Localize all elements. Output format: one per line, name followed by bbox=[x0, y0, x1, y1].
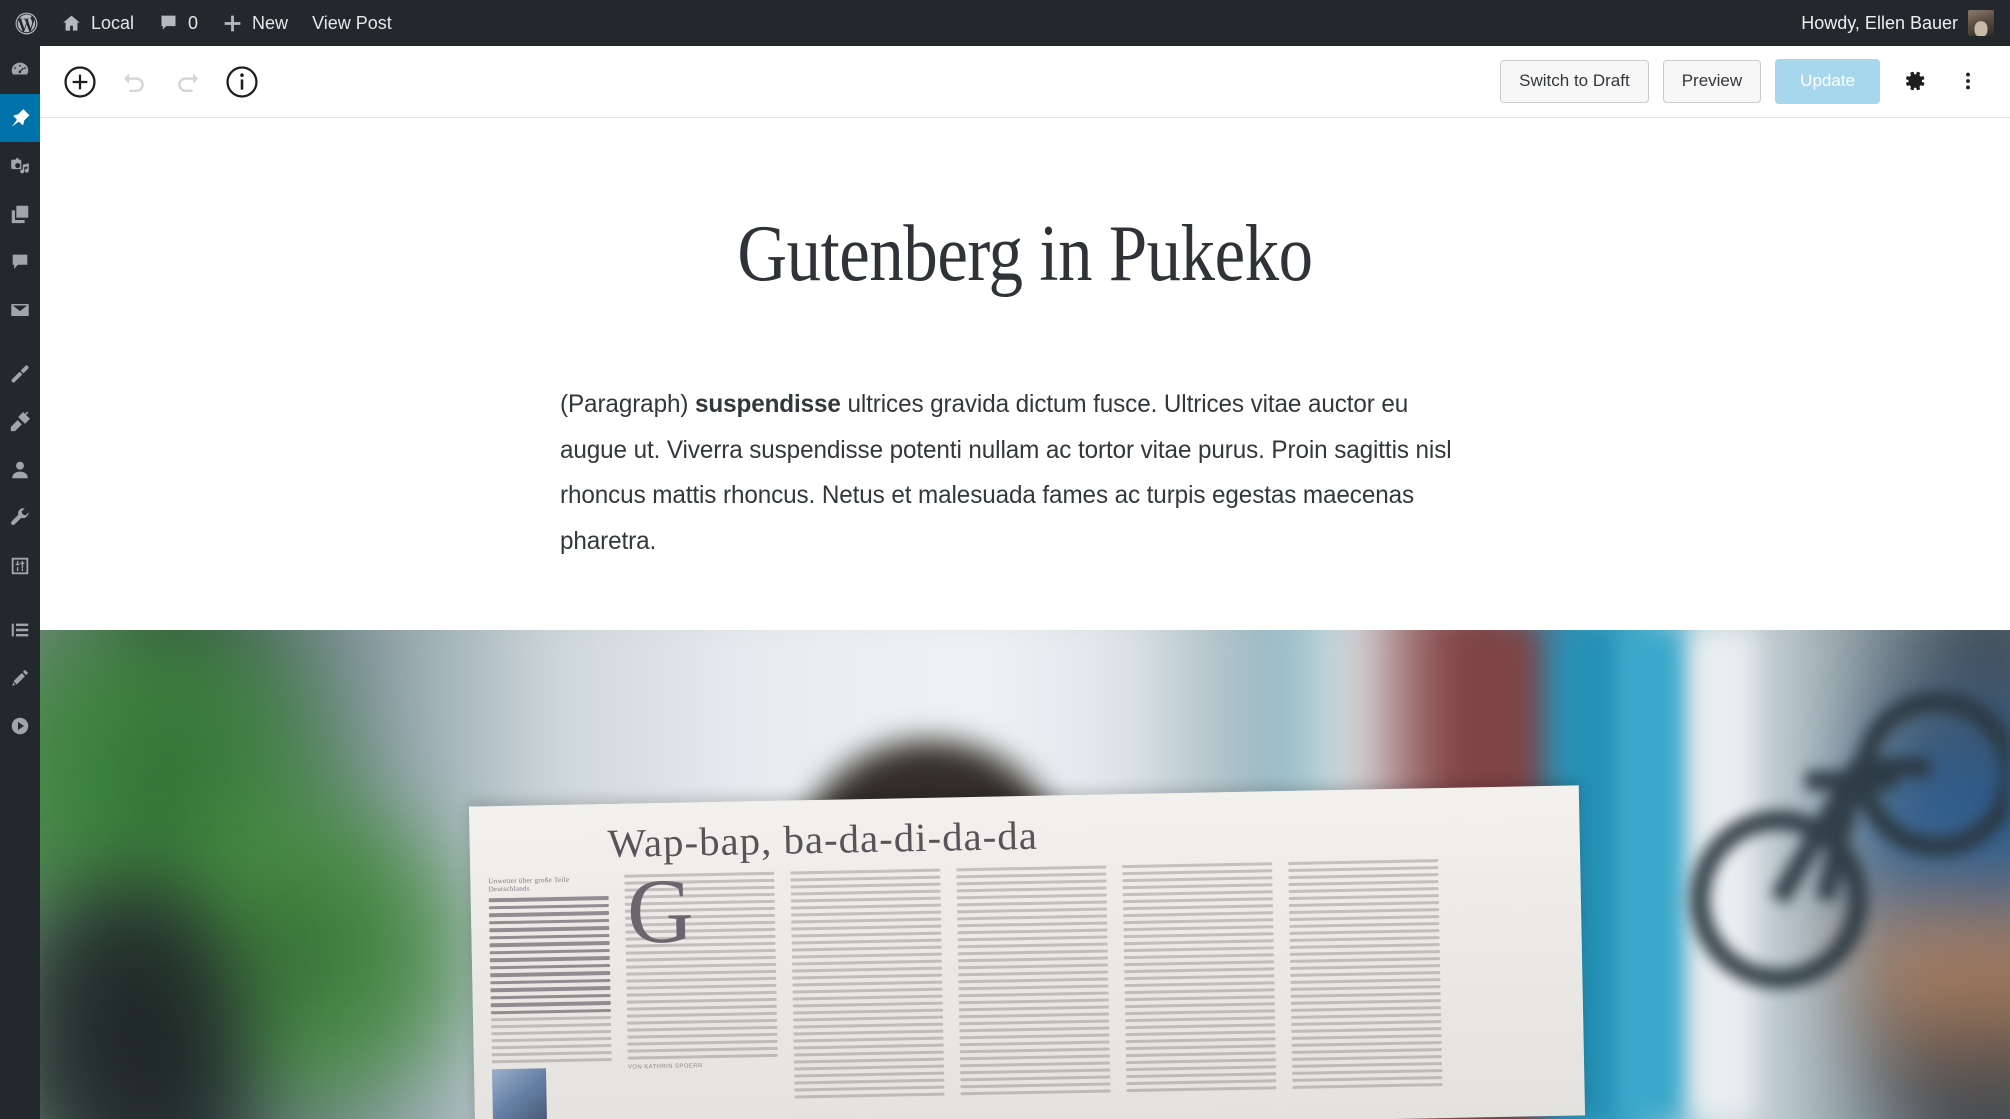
play-circle-icon bbox=[11, 717, 29, 735]
wrench-icon bbox=[11, 508, 30, 526]
page-title[interactable]: Gutenberg in Pukeko bbox=[178, 212, 1872, 296]
wordpress-logo-button[interactable] bbox=[0, 0, 49, 46]
add-block-button[interactable] bbox=[58, 60, 102, 104]
admin-menu-rail bbox=[0, 46, 40, 1119]
adminbar-view-post-label: View Post bbox=[312, 13, 392, 33]
update-button[interactable]: Update bbox=[1775, 59, 1880, 104]
bicycle-mural bbox=[1680, 640, 2010, 1040]
adminbar-comments-link[interactable]: 0 bbox=[146, 0, 210, 46]
newspaper-columns: Unwetter über große Teile Deutschlands G bbox=[488, 857, 1567, 1119]
paragraph-bold: suspendisse bbox=[694, 390, 841, 418]
adminbar-site-name: Local bbox=[91, 13, 135, 33]
newspaper-column-5 bbox=[1122, 862, 1277, 1111]
adminbar-comments-count: 0 bbox=[188, 13, 199, 33]
newspaper-column-1: Unwetter über große Teile Deutschlands bbox=[488, 875, 613, 1119]
camera-music-icon bbox=[11, 157, 29, 174]
preview-button[interactable]: Preview bbox=[1662, 60, 1762, 103]
envelope-icon bbox=[11, 304, 29, 316]
wp-admin-bar: Local 0 New View Post Howdy, Ellen Bauer bbox=[0, 0, 2010, 46]
info-circle-icon bbox=[226, 65, 258, 98]
paintbrush-icon bbox=[11, 365, 29, 383]
newspaper-credit: VON KATHRIN SPOERR bbox=[627, 1063, 703, 1071]
sidebar-item-dashboard[interactable] bbox=[0, 46, 40, 94]
adminbar-view-post-link[interactable]: View Post bbox=[300, 0, 404, 46]
gauge-icon bbox=[11, 62, 29, 75]
pages-icon bbox=[11, 205, 29, 224]
adminbar-new-content-link[interactable]: New bbox=[210, 0, 300, 46]
plus-circle-icon bbox=[64, 65, 96, 98]
editor-toolbar: Switch to Draft Preview Update bbox=[40, 46, 2010, 118]
settings-button[interactable] bbox=[1894, 61, 1934, 101]
rail-divider-2 bbox=[0, 590, 40, 606]
home-icon bbox=[63, 15, 80, 31]
editor-toolbar-left bbox=[40, 60, 264, 104]
sidebar-item-settings[interactable] bbox=[0, 542, 40, 590]
redo-arrow-icon bbox=[178, 73, 198, 92]
featured-image-block[interactable]: Wap-bap, ba-da-di-da-da Unwetter über gr… bbox=[40, 630, 2010, 1119]
gear-icon bbox=[1905, 72, 1925, 91]
sidebar-item-pages[interactable] bbox=[0, 190, 40, 238]
rail-divider-1 bbox=[0, 334, 40, 350]
more-options-button[interactable] bbox=[1948, 61, 1988, 101]
paragraph-block[interactable]: (Paragraph) suspendisse ultrices gravida… bbox=[560, 382, 1462, 564]
editor-canvas: Gutenberg in Pukeko (Paragraph) suspendi… bbox=[40, 118, 2010, 1119]
sidebar-item-appearance[interactable] bbox=[0, 350, 40, 398]
comment-bubble-icon bbox=[12, 254, 28, 269]
user-icon bbox=[12, 461, 28, 479]
pencil-icon bbox=[12, 669, 29, 686]
sidebar-item-tools[interactable] bbox=[0, 494, 40, 542]
newspaper-column-4 bbox=[956, 865, 1111, 1114]
newspaper: Wap-bap, ba-da-di-da-da Unwetter über gr… bbox=[468, 785, 1586, 1119]
newspaper-thumbnail bbox=[491, 1068, 548, 1119]
sidebar-item-plugins[interactable] bbox=[0, 398, 40, 446]
redo-button[interactable] bbox=[166, 60, 210, 104]
comment-bubble-icon bbox=[161, 15, 176, 30]
adminbar-account-area[interactable]: Howdy, Ellen Bauer bbox=[1801, 10, 2010, 36]
undo-button[interactable] bbox=[112, 60, 156, 104]
sidebar-item-comments[interactable] bbox=[0, 238, 40, 286]
newspaper-column-6 bbox=[1288, 859, 1443, 1108]
editor-toolbar-right: Switch to Draft Preview Update bbox=[1500, 59, 2010, 104]
adminbar-greeting: Howdy, Ellen Bauer bbox=[1801, 12, 1958, 33]
vertical-dots-icon bbox=[1966, 73, 1970, 90]
bicycle-mural-icon bbox=[1689, 691, 2010, 989]
pin-icon bbox=[11, 109, 30, 127]
undo-arrow-icon bbox=[124, 73, 144, 92]
newspaper-column-3 bbox=[790, 868, 945, 1118]
sliders-icon bbox=[11, 557, 29, 575]
sidebar-item-posts[interactable] bbox=[0, 94, 40, 142]
sidebar-item-edit[interactable] bbox=[0, 654, 40, 702]
plus-icon bbox=[224, 15, 241, 31]
plug-icon bbox=[10, 411, 30, 432]
newspaper-column-2: G VON KATHRIN SPOERR bbox=[624, 859, 779, 1119]
sidebar-item-mail[interactable] bbox=[0, 286, 40, 334]
sidebar-item-play[interactable] bbox=[0, 702, 40, 750]
sidebar-item-list-menu[interactable] bbox=[0, 606, 40, 654]
list-icon bbox=[11, 623, 29, 637]
adminbar-site-link[interactable]: Local bbox=[49, 0, 146, 46]
paragraph-lead: (Paragraph) bbox=[560, 390, 695, 418]
newspaper-headline: Wap-bap, ba-da-di-da-da bbox=[607, 812, 1039, 867]
content-info-button[interactable] bbox=[220, 60, 264, 104]
wordpress-logo-icon bbox=[15, 12, 38, 34]
sidebar-item-users[interactable] bbox=[0, 446, 40, 494]
featured-image: Wap-bap, ba-da-di-da-da Unwetter über gr… bbox=[40, 630, 2010, 1119]
newspaper-column-heading: Unwetter über große Teile Deutschlands bbox=[488, 875, 570, 894]
switch-to-draft-button[interactable]: Switch to Draft bbox=[1500, 60, 1649, 103]
avatar bbox=[1968, 10, 1994, 36]
adminbar-new-label: New bbox=[252, 13, 289, 33]
sidebar-item-media[interactable] bbox=[0, 142, 40, 190]
